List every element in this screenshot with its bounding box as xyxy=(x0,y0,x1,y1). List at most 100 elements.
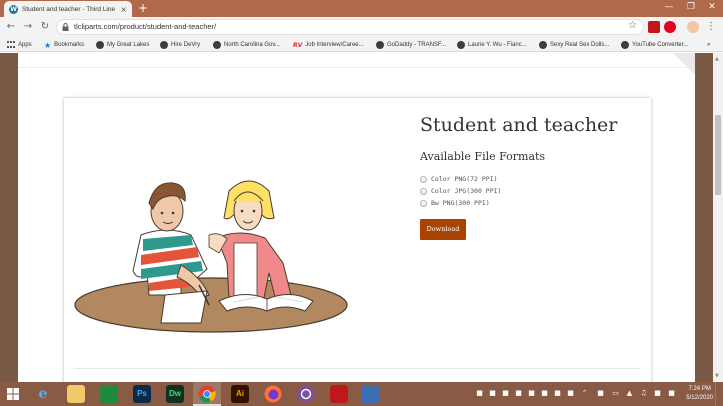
photoshop-icon[interactable]: Ps xyxy=(133,385,151,403)
restore-icon[interactable]: ❐ xyxy=(680,0,702,17)
globe-icon xyxy=(213,41,221,49)
windows-taskbar: e Ps Dw Ai ■ ■ ■ ■ ■ ■ ■ ■ ⌃ ■ ▭ ▲ ♫ ■ ■… xyxy=(0,382,723,406)
corner-decoration xyxy=(673,53,695,75)
bookmark-label: Hire DeVry xyxy=(171,42,201,48)
tray-icon-8[interactable]: ■ xyxy=(566,389,575,398)
clock-date: 5/12/2020 xyxy=(686,395,713,401)
internet-explorer-icon[interactable]: e xyxy=(34,385,52,403)
url-text[interactable]: tlcliparts.com/product/student-and-teach… xyxy=(74,22,216,31)
page-scrollbar[interactable]: ▲ ▼ xyxy=(713,53,723,382)
format-option-color-jpg[interactable]: Color JPG(300 PPI) xyxy=(420,187,501,195)
store-icon[interactable] xyxy=(100,385,118,403)
format-option-bw-png[interactable]: Bw PNG(300 PPI) xyxy=(420,199,490,207)
tray-icon-3[interactable]: ■ xyxy=(501,389,510,398)
format-option-label: Color JPG(300 PPI) xyxy=(431,187,502,195)
file-explorer-icon[interactable] xyxy=(67,385,85,403)
show-desktop-button[interactable] xyxy=(715,382,723,406)
bookmark-my-great-lakes[interactable]: My Great Lakes xyxy=(96,39,149,51)
card-divider xyxy=(74,368,641,369)
browser-tab-active[interactable]: W Student and teacher - Third Line × xyxy=(4,1,132,17)
windows-start-icon[interactable] xyxy=(7,388,19,400)
illustrator-icon[interactable]: Ai xyxy=(231,385,249,403)
tab-close-icon[interactable]: × xyxy=(120,5,127,14)
rv-icon: RV xyxy=(293,41,303,49)
minimize-icon[interactable]: — xyxy=(658,0,680,17)
apps-grid-icon xyxy=(7,41,15,49)
photos-icon[interactable] xyxy=(361,385,379,403)
tray-icon-4[interactable]: ■ xyxy=(514,389,523,398)
globe-icon xyxy=(621,41,629,49)
bookmark-label: North Carolina Gov... xyxy=(224,42,280,48)
bookmark-label: Bookmarks xyxy=(54,42,85,48)
globe-icon xyxy=(160,41,168,49)
format-radio[interactable] xyxy=(420,199,427,207)
format-option-color-png[interactable]: Color PNG(72 PPI) xyxy=(420,175,498,183)
profile-avatar[interactable] xyxy=(687,21,699,33)
language-icon[interactable]: ■ xyxy=(653,389,662,398)
volume-icon[interactable]: ♫ xyxy=(639,389,648,398)
menu-kebab-icon[interactable]: ⋮ xyxy=(704,20,718,34)
tray-icon-6[interactable]: ■ xyxy=(540,389,549,398)
tray-icon-1[interactable]: ■ xyxy=(475,389,484,398)
product-illustration xyxy=(74,180,348,333)
bookmark-laurie-wu[interactable]: Laurie Y. Wu - Fianc... xyxy=(457,39,527,51)
bookmark-label: Job Interview/Caree... xyxy=(305,42,364,48)
product-title: Student and teacher xyxy=(420,114,618,136)
format-radio[interactable] xyxy=(420,175,427,183)
mcafee-icon[interactable] xyxy=(330,385,348,403)
address-bar-row: ← → ↻ tlcliparts.com/product/student-and… xyxy=(0,17,723,38)
bookmark-bookmarks[interactable]: ★ Bookmarks xyxy=(44,39,84,51)
globe-icon xyxy=(96,41,104,49)
tray-icon-10[interactable]: ■ xyxy=(667,389,676,398)
bookmark-godaddy[interactable]: GoDaddy - TRANSF... xyxy=(376,39,446,51)
bookmark-apps[interactable]: Apps xyxy=(7,39,32,51)
forward-icon[interactable]: → xyxy=(21,20,35,34)
firefox-icon[interactable] xyxy=(264,385,282,403)
dreamweaver-icon[interactable]: Dw xyxy=(166,385,184,403)
viber-icon[interactable] xyxy=(297,385,315,403)
scroll-up-arrow-icon[interactable]: ▲ xyxy=(715,56,719,62)
bookmark-job-interview[interactable]: RV Job Interview/Caree... xyxy=(293,39,364,51)
tray-icon-2[interactable]: ■ xyxy=(488,389,497,398)
format-option-label: Color PNG(72 PPI) xyxy=(431,175,498,183)
lock-icon xyxy=(62,23,69,31)
bookmark-hire-devry[interactable]: Hire DeVry xyxy=(160,39,200,51)
globe-icon xyxy=(539,41,547,49)
back-icon[interactable]: ← xyxy=(4,20,18,34)
bookmark-youtube-converter[interactable]: YouTube Converter... xyxy=(621,39,688,51)
omnibox[interactable]: tlcliparts.com/product/student-and-teach… xyxy=(56,19,644,35)
page-content: Student and teacher Available File Forma… xyxy=(18,53,695,382)
tray-icon-9[interactable]: ■ xyxy=(596,389,605,398)
scroll-down-arrow-icon[interactable]: ▼ xyxy=(715,373,719,379)
bookmark-label: My Great Lakes xyxy=(107,42,150,48)
download-button[interactable]: Download xyxy=(420,219,466,240)
format-radio[interactable] xyxy=(420,187,427,195)
reload-icon[interactable]: ↻ xyxy=(38,20,52,34)
bookmarks-bar: Apps ★ Bookmarks My Great Lakes Hire DeV… xyxy=(0,38,723,52)
close-window-icon[interactable]: ✕ xyxy=(701,0,723,17)
wifi-icon[interactable]: ▲ xyxy=(625,389,634,398)
taskbar-clock[interactable]: 7:24 PM 5/12/2020 xyxy=(686,385,713,403)
bookmark-north-carolina[interactable]: North Carolina Gov... xyxy=(213,39,280,51)
bookmark-label: GoDaddy - TRANSF... xyxy=(387,42,446,48)
header-divider xyxy=(18,67,695,68)
chrome-icon[interactable] xyxy=(198,385,216,403)
mcafee-extension-icon[interactable] xyxy=(648,21,660,33)
new-tab-button[interactable]: + xyxy=(138,1,148,15)
bookmark-star-icon[interactable]: ☆ xyxy=(628,20,637,31)
tray-icon-5[interactable]: ■ xyxy=(527,389,536,398)
battery-icon[interactable]: ▭ xyxy=(611,389,620,398)
globe-icon xyxy=(376,41,384,49)
bookmark-sexy-real[interactable]: Sexy Real Sex Dolls... xyxy=(539,39,609,51)
scroll-thumb[interactable] xyxy=(715,115,721,195)
pinterest-extension-icon[interactable] xyxy=(664,21,676,33)
show-hidden-icons-icon[interactable]: ⌃ xyxy=(580,389,589,398)
bookmark-label: YouTube Converter... xyxy=(632,42,689,48)
globe-icon xyxy=(457,41,465,49)
formats-heading: Available File Formats xyxy=(420,150,546,163)
star-icon: ★ xyxy=(44,40,52,50)
tray-icon-7[interactable]: ■ xyxy=(553,389,562,398)
bookmarks-overflow[interactable]: » xyxy=(707,39,710,51)
bookmark-label: Apps xyxy=(18,42,32,48)
bookmark-label: Laurie Y. Wu - Fianc... xyxy=(468,42,527,48)
